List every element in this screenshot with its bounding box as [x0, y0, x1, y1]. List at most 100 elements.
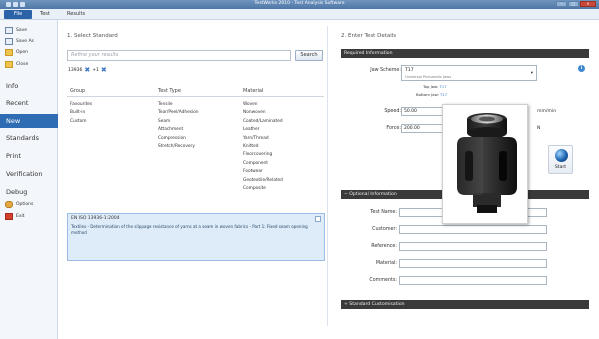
material-list: Woven Nonwoven Coated/Laminated Leather …	[243, 102, 283, 194]
optional-field-label: Customer:	[372, 227, 397, 232]
active-filters: 13936 ✖ +1 ✖	[68, 66, 107, 74]
test-type-item[interactable]: Tear/Peel/Adhesion	[158, 110, 199, 118]
nav-save-as[interactable]: Save As	[5, 37, 34, 46]
material-item[interactable]: Nonwoven	[243, 110, 283, 118]
jaw-scheme-select[interactable]: T17 Universal Pneumatic Jaws ▾	[401, 65, 537, 81]
optional-field-label: Test Name:	[370, 210, 397, 215]
standard-customisation-bar[interactable]: + Standard Customisation	[341, 300, 589, 309]
optional-field-label: Comments:	[369, 278, 397, 283]
minimize-button[interactable]: –	[556, 1, 567, 7]
reference-input[interactable]	[399, 242, 547, 251]
nav-standards[interactable]: Standards	[0, 131, 58, 145]
bottom-jaw-row: Bottom Jaw: T17	[416, 92, 447, 97]
nav-open-label: Open	[16, 50, 29, 55]
nav-print[interactable]: Print	[0, 149, 58, 163]
bottom-jaw-value[interactable]: T17	[440, 92, 447, 97]
nav-exit-label: Exit	[16, 214, 25, 219]
remove-filter-icon[interactable]: ✖	[84, 66, 90, 74]
nav-options-label: Options	[16, 202, 34, 207]
select-standard-panel: 1. Select Standard Refine your results S…	[63, 22, 325, 339]
speed-label: Speed:	[384, 109, 401, 114]
column-header-test-type: Test Type	[158, 88, 181, 94]
nav-info[interactable]: Info	[0, 79, 58, 93]
material-item[interactable]: Yarn/Thread	[243, 136, 283, 144]
nav-save-as-label: Save As	[16, 39, 34, 44]
selected-standard-card[interactable]: EN ISO 13936-1:2004 Textiles - Determina…	[67, 213, 325, 261]
jaw-product-image	[442, 104, 528, 224]
remove-all-filters-icon[interactable]: ✖	[101, 66, 107, 74]
material-item[interactable]: Component	[243, 161, 283, 169]
test-type-item[interactable]: Seam	[158, 119, 199, 127]
standard-code: EN ISO 13936-1:2004	[71, 216, 120, 221]
test-details-heading: 2. Enter Test Details	[341, 33, 397, 39]
nav-debug[interactable]: Debug	[0, 185, 58, 199]
group-list: Favourites Built-in Custom	[70, 102, 92, 127]
pneumatic-jaw-illustration	[457, 113, 517, 213]
column-header-group: Group	[70, 88, 86, 94]
search-button[interactable]: Search	[295, 50, 323, 61]
filter-chip-label: 13936	[68, 67, 83, 73]
material-item[interactable]: Footwear	[243, 169, 283, 177]
speed-unit: mm/min	[537, 109, 557, 114]
nav-open[interactable]: Open	[5, 48, 28, 57]
chevron-down-icon: ▾	[530, 71, 533, 76]
test-type-item[interactable]: Stretch/Recovery	[158, 144, 199, 152]
top-jaw-label: Top Jaw:	[423, 84, 439, 89]
window-title: TestWorks 2010 - Test Analysis Software	[254, 1, 345, 6]
close-window-button[interactable]: ×	[580, 1, 596, 7]
standard-description: Textiles - Determination of the slippage…	[71, 224, 308, 235]
maximize-button[interactable]: □	[568, 1, 579, 7]
required-info-bar[interactable]: Required Information	[341, 49, 589, 58]
select-standard-heading: 1. Select Standard	[67, 33, 118, 39]
favourite-checkbox[interactable]	[315, 216, 321, 222]
nav-save[interactable]: Save	[5, 26, 27, 35]
window-controls: – □ ×	[556, 1, 596, 7]
top-jaw-row: Top Jaw: T17	[423, 84, 447, 89]
tab-test[interactable]: Test	[35, 10, 55, 19]
exit-icon	[5, 213, 13, 220]
start-label: Start	[554, 165, 567, 170]
test-type-list: Tensile Tear/Peel/Adhesion Seam Attachme…	[158, 102, 199, 152]
start-button[interactable]: Start	[548, 145, 573, 174]
tab-results[interactable]: Results	[62, 10, 90, 19]
group-item[interactable]: Custom	[70, 119, 92, 127]
filter-extra-label: +1	[92, 67, 99, 73]
nav-exit[interactable]: Exit	[5, 212, 25, 221]
material-item[interactable]: Floorcovering	[243, 152, 283, 160]
top-jaw-value[interactable]: T17	[439, 84, 446, 89]
nav-options[interactable]: Options	[5, 200, 33, 209]
comments-input[interactable]	[399, 276, 547, 285]
options-icon	[5, 201, 13, 208]
nav-new[interactable]: New	[0, 114, 58, 128]
nav-save-label: Save	[16, 28, 28, 33]
jaw-scheme-label: Jaw Scheme:	[370, 68, 401, 73]
open-folder-icon	[5, 49, 13, 56]
jaw-scheme-sub: Universal Pneumatic Jaws	[405, 75, 452, 79]
column-header-material: Material	[243, 88, 264, 94]
save-icon	[5, 27, 13, 34]
nav-close[interactable]: Close	[5, 60, 28, 69]
force-unit: N	[537, 126, 541, 131]
group-item[interactable]: Built-in	[70, 110, 92, 118]
test-type-item[interactable]: Compression	[158, 136, 199, 144]
jaw-scheme-value: T17	[405, 68, 414, 73]
material-item[interactable]: Geotextile/Related	[243, 178, 283, 186]
search-input[interactable]: Refine your results	[67, 50, 291, 61]
nav-verification[interactable]: Verification	[0, 167, 58, 181]
nav-recent[interactable]: Recent	[0, 96, 58, 110]
header-divider	[67, 96, 324, 97]
material-item[interactable]: Composite	[243, 186, 283, 194]
close-folder-icon	[5, 61, 13, 68]
optional-field-label: Material:	[375, 261, 397, 266]
material-item[interactable]: Coated/Laminated	[243, 119, 283, 127]
customer-input[interactable]	[399, 225, 547, 234]
ribbon-tabs: File Test Results	[0, 9, 599, 20]
material-item[interactable]: Leather	[243, 127, 283, 135]
info-icon[interactable]: i	[578, 65, 585, 72]
bottom-jaw-label: Bottom Jaw:	[416, 92, 439, 97]
tab-file[interactable]: File	[4, 10, 32, 19]
title-bar: TestWorks 2010 - Test Analysis Software …	[0, 0, 599, 9]
material-input[interactable]	[399, 259, 547, 268]
force-label: Force:	[386, 126, 401, 131]
test-type-item[interactable]: Attachment	[158, 127, 199, 135]
